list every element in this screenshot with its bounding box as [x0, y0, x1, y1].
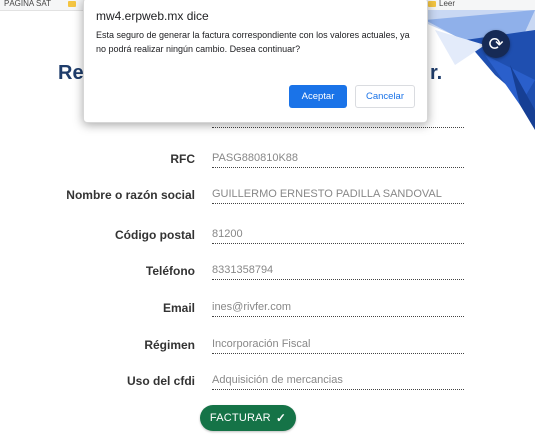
- form-row-codigo-postal: Código postal 81200: [0, 224, 535, 248]
- cancel-button[interactable]: Cancelar: [355, 85, 415, 108]
- nombre-field[interactable]: GUILLERMO ERNESTO PADILLA SANDOVAL: [212, 188, 464, 204]
- form-row-rfc: RFC PASG880810K88: [0, 148, 535, 172]
- folder-icon: [68, 1, 76, 7]
- field-label: Código postal: [115, 228, 195, 242]
- check-icon: ✓: [275, 411, 287, 425]
- form-row-email: Email ines@rivfer.com: [0, 297, 535, 321]
- email-field[interactable]: ines@rivfer.com: [212, 301, 464, 317]
- form-row-regimen: Régimen Incorporación Fiscal: [0, 334, 535, 358]
- accept-button[interactable]: Aceptar: [289, 85, 347, 108]
- page-title-right: r.: [430, 62, 443, 84]
- form-row-nombre: Nombre o razón social GUILLERMO ERNESTO …: [0, 184, 535, 208]
- form-row-uso-cfdi: Uso del cfdi Adquisición de mercancias: [0, 370, 535, 394]
- bookmark-folder[interactable]: [68, 1, 76, 7]
- regimen-field[interactable]: Incorporación Fiscal: [212, 338, 464, 354]
- dialog-message: Esta seguro de generar la factura corres…: [96, 30, 410, 54]
- form-row-telefono: Teléfono 8331358794: [0, 260, 535, 284]
- bookmark-leer[interactable]: Leer: [428, 0, 455, 8]
- rfc-field[interactable]: PASG880810K88: [212, 152, 464, 168]
- folder-icon: [428, 0, 436, 7]
- facturar-button[interactable]: FACTURAR ✓: [200, 405, 296, 431]
- field-label: Email: [162, 301, 195, 315]
- field-label: Teléfono: [145, 264, 195, 278]
- refresh-button[interactable]: ⟳: [482, 30, 510, 58]
- bookmark-label: PÁGINA SAT: [4, 0, 51, 8]
- bookmark-label: Leer: [439, 0, 456, 8]
- dialog-title: mw4.erpweb.mx dice: [96, 9, 209, 23]
- codigo-postal-field[interactable]: 81200: [212, 228, 464, 244]
- refresh-icon: ⟳: [488, 34, 504, 54]
- field-label: Régimen: [144, 338, 195, 352]
- bookmark-pagina-sat[interactable]: PÁGINA SAT: [4, 0, 51, 8]
- confirm-dialog: mw4.erpweb.mx dice Esta seguro de genera…: [83, 0, 428, 123]
- uso-cfdi-field[interactable]: Adquisición de mercancias: [212, 374, 464, 390]
- field-label: Uso del cfdi: [126, 374, 195, 388]
- facturar-label: FACTURAR: [209, 412, 271, 424]
- telefono-field[interactable]: 8331358794: [212, 264, 464, 280]
- field-label: Nombre o razón social: [66, 188, 195, 202]
- field-label: RFC: [170, 152, 195, 166]
